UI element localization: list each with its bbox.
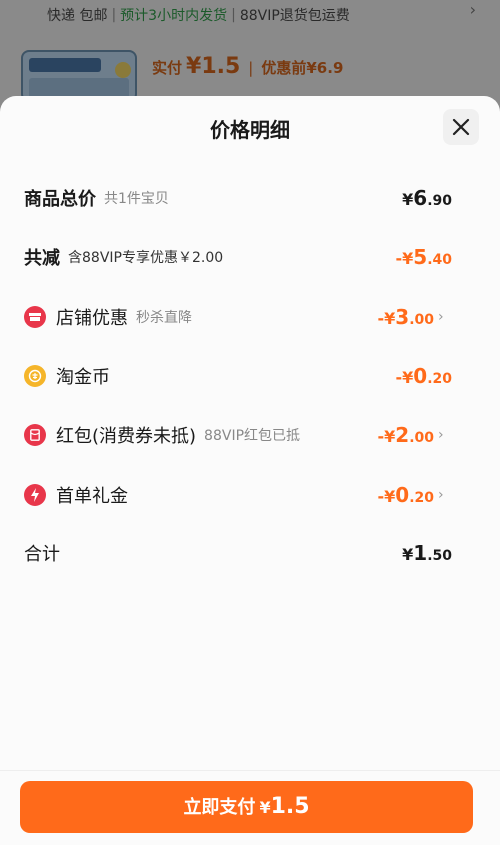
row-total-discount: 共减 含88VIP专享优惠￥2.00 -¥ 5.40 bbox=[24, 242, 452, 272]
row-label: 红包(消费券未抵) bbox=[56, 426, 197, 447]
chevron-right-icon: › bbox=[438, 309, 444, 325]
row-gold-coin: 淘金币 -¥ 0.20 bbox=[24, 361, 452, 391]
row-amount: -¥ 5.40 bbox=[395, 245, 452, 269]
row-red-packet[interactable]: 红包(消费券未抵) 88VIP红包已抵 -¥ 2.00 › bbox=[24, 420, 452, 450]
ship-time: 预计3小时内发货 bbox=[120, 8, 228, 24]
lightning-icon bbox=[24, 484, 46, 506]
row-label: 商品总价 bbox=[24, 189, 96, 210]
sheet-footer: 立即支付 ¥ 1.5 bbox=[0, 770, 500, 845]
pay-button-currency: ¥ bbox=[259, 798, 271, 817]
row-note: 含88VIP专享优惠￥2.00 bbox=[68, 250, 224, 266]
row-amount: -¥ 2.00 bbox=[377, 423, 434, 447]
row-total-price: 商品总价 共1件宝贝 ¥6.90 bbox=[24, 183, 452, 213]
sheet-title: 价格明细 bbox=[210, 118, 290, 142]
price-detail-sheet: 价格明细 商品总价 共1件宝贝 ¥6.90 共减 含88VIP专享优惠￥2.00… bbox=[0, 96, 500, 845]
row-label: 合计 bbox=[24, 544, 60, 565]
close-button[interactable] bbox=[443, 109, 479, 145]
row-label: 店铺优惠 bbox=[56, 308, 128, 329]
pay-button-label: 立即支付 bbox=[183, 797, 256, 818]
row-label: 共减 bbox=[24, 248, 60, 269]
shipping-label: 快递 包邮 bbox=[47, 8, 108, 24]
row-amount: -¥ 0.20 bbox=[395, 364, 452, 388]
shipping-info: 快递 包邮 | 预计3小时内发货 | 88VIP退货包运费 bbox=[47, 4, 350, 26]
divider: | bbox=[231, 7, 236, 23]
row-note: 88VIP红包已抵 bbox=[204, 428, 301, 444]
row-first-order-gift[interactable]: 首单礼金 -¥ 0.20 › bbox=[24, 480, 452, 510]
store-coupon-icon bbox=[24, 306, 46, 328]
before-amount: ¥6.9 bbox=[306, 59, 344, 77]
product-thumbnail bbox=[21, 50, 137, 102]
row-label: 淘金币 bbox=[56, 367, 110, 388]
row-store-discount[interactable]: 店铺优惠 秒杀直降 -¥ 3.00 › bbox=[24, 302, 452, 332]
row-amount: -¥ 0.20 bbox=[377, 483, 434, 507]
chevron-right-icon: › bbox=[469, 0, 476, 19]
row-subtotal: 合计 ¥1.50 bbox=[24, 538, 452, 568]
pay-now-button[interactable]: 立即支付 ¥ 1.5 bbox=[20, 781, 473, 833]
paid-amount: ¥1.5 bbox=[186, 54, 241, 79]
gold-coin-icon bbox=[24, 365, 46, 387]
row-note: 共1件宝贝 bbox=[104, 191, 169, 207]
pay-button-amount: 1.5 bbox=[270, 794, 310, 819]
red-packet-icon bbox=[24, 424, 46, 446]
chevron-right-icon: › bbox=[438, 487, 444, 503]
paid-summary: 实付 ¥1.5 | 优惠前 ¥6.9 bbox=[152, 54, 343, 90]
row-amount: ¥1.50 bbox=[402, 541, 452, 565]
return-note: 88VIP退货包运费 bbox=[239, 8, 350, 24]
row-amount: ¥6.90 bbox=[402, 186, 452, 210]
chevron-right-icon: › bbox=[438, 427, 444, 443]
row-note: 秒杀直降 bbox=[136, 310, 192, 326]
divider: | bbox=[248, 59, 254, 77]
row-label: 首单礼金 bbox=[56, 486, 128, 507]
divider: | bbox=[111, 7, 117, 23]
paid-label: 实付 bbox=[152, 59, 183, 77]
close-icon bbox=[452, 118, 470, 136]
before-label: 优惠前 bbox=[261, 59, 307, 77]
row-amount: -¥ 3.00 bbox=[377, 305, 434, 329]
